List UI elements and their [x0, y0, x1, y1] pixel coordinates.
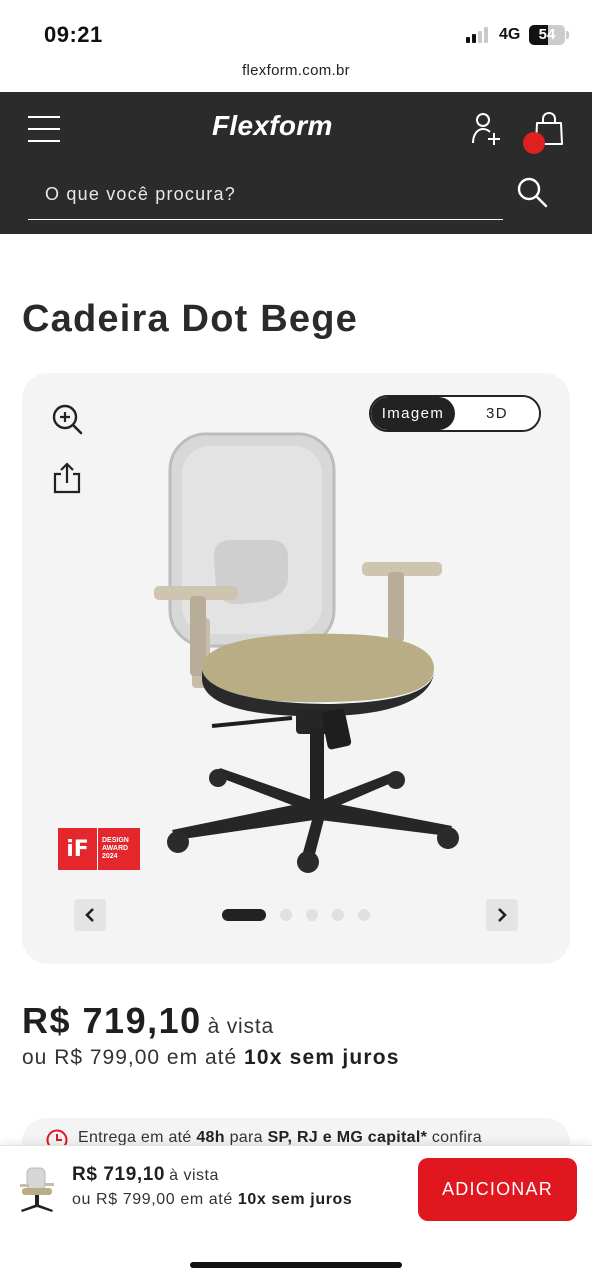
- search-icon[interactable]: [516, 176, 548, 208]
- sticky-installment-bold: 10x sem juros: [237, 1191, 353, 1208]
- installment-line: ou R$ 799,00 em até 10x sem juros: [22, 1046, 400, 1070]
- installment-bold: 10x sem juros: [243, 1046, 400, 1069]
- gallery-dot-1[interactable]: [222, 909, 266, 921]
- sticky-price-suffix: à vista: [169, 1167, 219, 1184]
- product-title: Cadeira Dot Bege: [22, 298, 358, 340]
- price-main: R$ 719,10: [22, 1000, 202, 1041]
- gallery-dot-2[interactable]: [280, 909, 292, 921]
- battery-percent: 54: [538, 26, 556, 43]
- gallery-prev-button[interactable]: [74, 899, 106, 931]
- product-image-chair[interactable]: [142, 428, 462, 878]
- sticky-price-line: R$ 719,10 à vista: [72, 1164, 219, 1186]
- status-bar: 09:21 4G 54: [0, 0, 592, 60]
- network-label: 4G: [499, 26, 521, 43]
- delivery-middle: para: [229, 1129, 263, 1146]
- delivery-prefix: Entrega em até: [78, 1129, 192, 1146]
- award-logo: iF: [58, 828, 98, 870]
- price-suffix: à vista: [207, 1015, 274, 1038]
- sticky-installment-line: ou R$ 799,00 em até 10x sem juros: [72, 1191, 352, 1209]
- zoom-in-icon[interactable]: [52, 404, 84, 436]
- installment-prefix: ou R$ 799,00 em até: [22, 1046, 238, 1069]
- user-add-icon[interactable]: [470, 112, 504, 146]
- award-line-3: 2024: [102, 853, 118, 860]
- site-header: Flexform: [0, 92, 592, 234]
- product-thumbnail: [20, 1167, 54, 1212]
- delivery-link[interactable]: confira: [432, 1129, 482, 1146]
- status-time: 09:21: [44, 22, 103, 47]
- award-line-1: DESIGN: [102, 837, 129, 844]
- delivery-regions: SP, RJ e MG capital*: [267, 1129, 428, 1146]
- view-3d-button[interactable]: 3D: [455, 397, 539, 430]
- chevron-right-icon: [498, 908, 507, 922]
- award-line-2: AWARD: [102, 845, 129, 852]
- home-indicator[interactable]: [190, 1262, 402, 1268]
- gallery-dot-5[interactable]: [358, 909, 370, 921]
- chevron-left-icon: [85, 908, 94, 922]
- sticky-price-main: R$ 719,10: [72, 1164, 166, 1185]
- search-input[interactable]: [28, 170, 503, 219]
- gallery-pagination: [222, 909, 370, 921]
- search-field: [28, 170, 503, 220]
- battery-icon: 54: [529, 25, 565, 45]
- gallery-dot-4[interactable]: [332, 909, 344, 921]
- view-image-button[interactable]: Imagem: [371, 397, 455, 430]
- menu-icon[interactable]: [28, 116, 60, 142]
- award-text: DESIGN AWARD 2024: [98, 837, 129, 861]
- cart-badge: [523, 132, 545, 154]
- price-line: R$ 719,10 à vista: [22, 1000, 274, 1042]
- battery-tip: [566, 31, 569, 39]
- product-gallery: Imagem 3D iF DESIGN AWARD 2024: [22, 373, 570, 964]
- gallery-next-button[interactable]: [486, 899, 518, 931]
- browser-url[interactable]: flexform.com.br: [0, 62, 592, 79]
- signal-icon: [466, 27, 488, 43]
- add-to-cart-button[interactable]: ADICIONAR: [418, 1158, 577, 1221]
- sticky-purchase-bar: R$ 719,10 à vista ou R$ 799,00 em até 10x…: [0, 1145, 592, 1280]
- flexform-logo[interactable]: Flexform: [212, 110, 333, 142]
- delivery-time: 48h: [196, 1129, 225, 1146]
- sticky-installment-prefix: ou R$ 799,00 em até: [72, 1191, 233, 1208]
- share-icon[interactable]: [53, 462, 81, 494]
- design-award-badge: iF DESIGN AWARD 2024: [58, 828, 140, 870]
- gallery-dot-3[interactable]: [306, 909, 318, 921]
- view-toggle: Imagem 3D: [369, 395, 541, 432]
